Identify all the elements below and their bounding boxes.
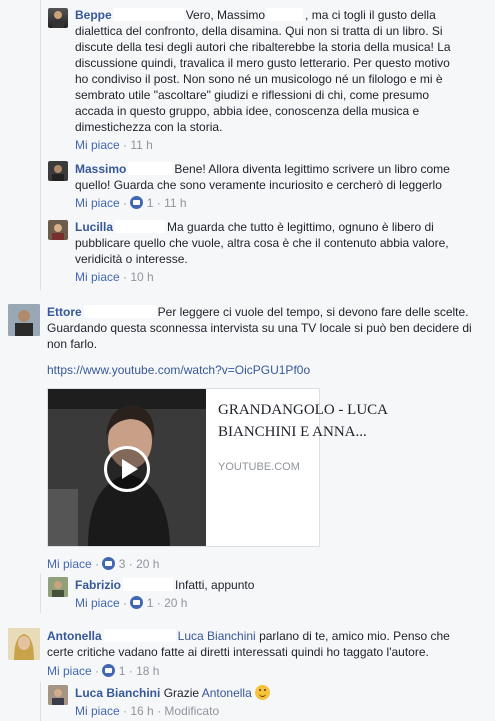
reaction-count[interactable]: 1 [147,596,154,610]
reply-thread-line [40,682,41,721]
shared-link[interactable]: https://www.youtube.com/watch?v=OicPGU1P… [47,363,310,377]
author-name[interactable]: Fabrizio [75,578,121,592]
comment-body: Fabrizio Infatti, appunto [75,577,465,593]
timestamp[interactable]: 11 h [164,196,186,210]
like-icon [130,196,144,209]
avatar[interactable] [48,8,68,28]
avatar[interactable] [8,628,40,660]
author-name[interactable]: Massimo [75,162,126,176]
like-button[interactable]: Mi piace [47,557,92,571]
redacted-name [115,220,166,233]
comment-text: Grazie [163,686,200,700]
comment-text: , ma ci togli il gusto della dialettica … [75,8,451,134]
avatar[interactable] [48,220,68,240]
avatar[interactable] [8,304,40,336]
play-icon[interactable] [104,446,150,492]
timestamp[interactable]: 18 h [136,664,159,678]
avatar[interactable] [48,685,68,705]
timestamp[interactable]: 11 h [130,138,152,152]
comment-body: Ettore Per leggere ci vuole del tempo, si… [47,304,472,352]
timestamp[interactable]: 20 h [136,557,159,571]
edited-label[interactable]: Modificato [164,704,219,718]
comment-actions: Mi piace · 1 · 11 h [75,196,187,210]
comment-actions: Mi piace · 16 h · Modificato [75,704,220,718]
comment-body: Luca Bianchini Grazie Antonella [75,685,465,701]
smile-emoji [255,685,271,700]
comment-body: Beppe Vero, Massimo, ma ci togli il gusto… [75,7,465,135]
like-button[interactable]: Mi piace [75,704,120,718]
link-preview-card[interactable]: GRANDANGOLO - LUCA BIANCHINI E ANNA... Y… [47,388,387,547]
timestamp[interactable]: 10 h [130,270,153,284]
timestamp[interactable]: 20 h [164,596,187,610]
reaction-count[interactable]: 3 [119,557,126,571]
reply-thread-line [40,0,41,290]
link-preview-title[interactable]: GRANDANGOLO - LUCA BIANCHINI E ANNA... [218,399,398,443]
like-icon [102,664,116,677]
avatar[interactable] [48,577,68,597]
like-icon [102,557,116,570]
comment-actions: Mi piace · 1 · 20 h [75,596,188,610]
redacted-name [267,8,304,21]
comment-body: Lucilla Ma guarda che tutto è legittimo, … [75,219,465,267]
reaction-count[interactable]: 1 [147,196,154,210]
timestamp[interactable]: 16 h [130,704,153,718]
comment-text: Infatti, appunto [175,578,255,592]
comment-body: Massimo Bene! Allora diventa legittimo sc… [75,161,465,193]
like-button[interactable]: Mi piace [75,596,120,610]
author-name[interactable]: Luca Bianchini [75,686,160,700]
user-mention[interactable]: Luca Bianchini [178,629,256,643]
link-preview-domain: YOUTUBE.COM [218,461,300,473]
comment-body: Antonella Luca Bianchini parlano di te, a… [47,628,472,660]
video-thumbnail[interactable] [48,389,206,546]
like-button[interactable]: Mi piace [47,664,92,678]
reply-thread-line [40,573,41,613]
like-button[interactable]: Mi piace [75,196,120,210]
reaction-count[interactable]: 1 [119,664,126,678]
like-button[interactable]: Mi piace [75,270,120,284]
redacted-name [123,578,174,591]
author-name[interactable]: Beppe [75,8,112,22]
comment-actions: Mi piace · 10 h [75,270,154,284]
redacted-name [128,162,173,175]
author-name[interactable]: Antonella [47,629,102,643]
redacted-name [113,8,184,21]
comment-actions: Mi piace · 3 · 20 h [47,557,160,571]
comment-actions: Mi piace · 1 · 18 h [47,664,160,678]
avatar[interactable] [48,161,68,181]
like-button[interactable]: Mi piace [75,138,120,152]
redacted-name [103,629,176,642]
author-name[interactable]: Lucilla [75,220,113,234]
redacted-name [83,305,156,318]
author-name[interactable]: Ettore [47,305,82,319]
user-mention[interactable]: Antonella [202,686,252,700]
comment-text: Vero, Massimo [185,8,266,22]
like-icon [130,596,144,609]
comment-actions: Mi piace · 11 h [75,138,153,152]
